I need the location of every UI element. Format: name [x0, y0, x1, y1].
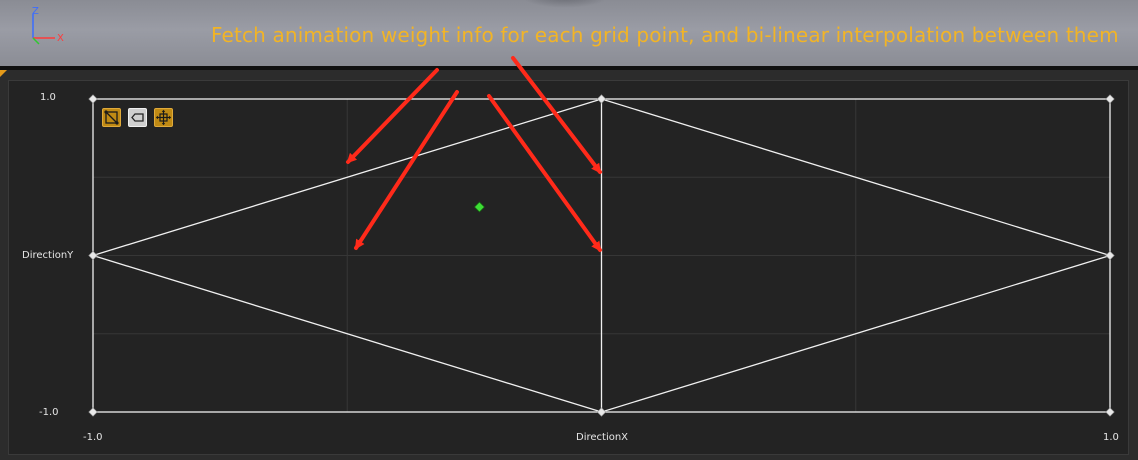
fit-view-toggle-button[interactable]: [154, 108, 173, 127]
sample-label-toggle-button[interactable]: [128, 108, 147, 127]
sample-point[interactable]: [88, 250, 98, 261]
preview-marker-layer: [473, 201, 486, 213]
y-axis-min-label: -1.0: [39, 407, 59, 418]
y-axis-max-label: 1.0: [40, 92, 56, 103]
y-axis-name-label: DirectionY: [22, 250, 74, 261]
blend-space-editor: Z X Fetch animation weight info for each…: [0, 0, 1138, 460]
triangulation-toggle-button[interactable]: [102, 108, 121, 127]
sample-point[interactable]: [596, 407, 607, 417]
annotation-arrows: [346, 56, 602, 252]
annotation-arrow: [511, 56, 602, 174]
annotation-arrow: [346, 68, 439, 164]
sample-point[interactable]: [1105, 250, 1115, 261]
sample-point[interactable]: [88, 407, 98, 417]
x-axis-min-label: -1.0: [83, 432, 103, 443]
tag-icon: [131, 113, 144, 122]
x-axis-name-label: DirectionX: [576, 432, 629, 443]
move-arrows-icon: [155, 109, 172, 126]
annotation-arrow: [487, 94, 602, 252]
x-axis-max-label: 1.0: [1103, 432, 1119, 443]
sample-point[interactable]: [1105, 407, 1115, 417]
sample-point[interactable]: [88, 94, 98, 104]
triangle-grid-icon: [104, 110, 119, 125]
sample-point[interactable]: [596, 94, 607, 104]
blend-space-graph[interactable]: [0, 0, 1138, 460]
preview-point-marker[interactable]: [473, 201, 486, 213]
sample-point[interactable]: [1105, 94, 1115, 104]
